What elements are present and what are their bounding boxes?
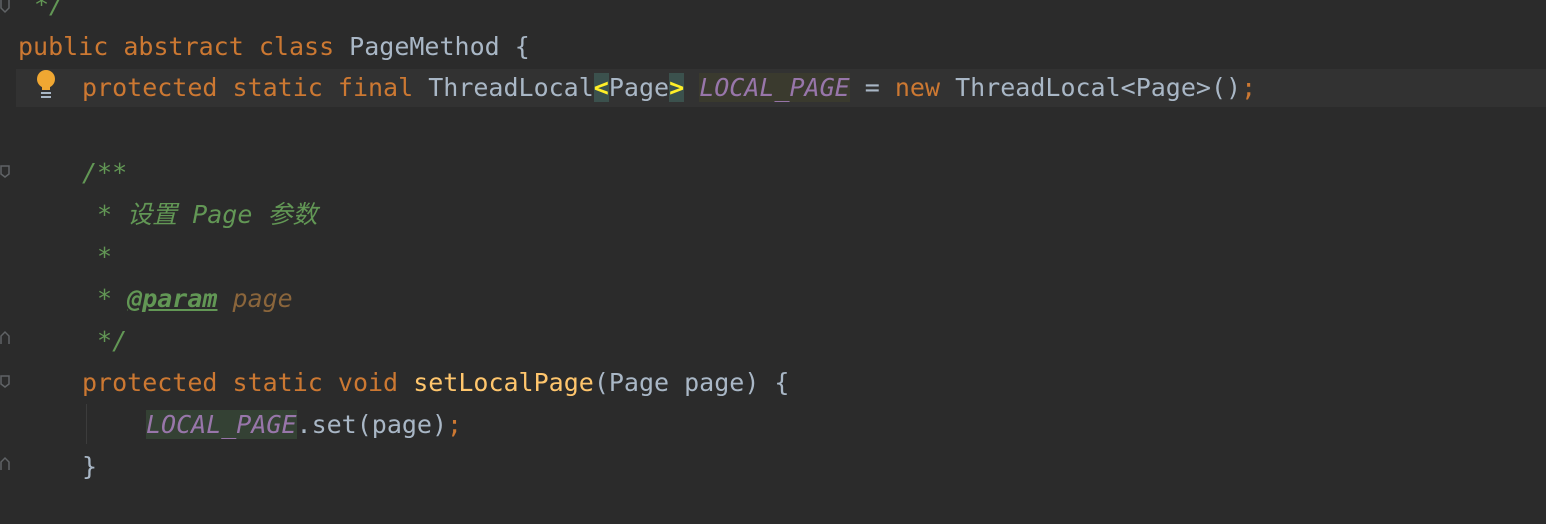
code-token: static (232, 73, 323, 102)
code-token: page (232, 284, 293, 313)
current-code-line[interactable]: protected static final ThreadLocal<Page>… (16, 69, 1546, 107)
code-token: protected (82, 73, 218, 102)
code-line[interactable]: public abstract class PageMethod { (18, 28, 530, 66)
fold-marker-icon[interactable] (0, 0, 10, 14)
code-token: abstract (123, 32, 244, 61)
code-line[interactable]: * @param page (82, 280, 293, 318)
code-token: void (337, 368, 399, 397)
code-token: ; (1241, 73, 1257, 102)
code-token: (Page page) { (593, 368, 790, 397)
code-line[interactable]: */ (82, 322, 127, 360)
code-token: */ (34, 0, 65, 19)
code-token: * (82, 242, 113, 271)
code-line[interactable]: */ (34, 0, 64, 24)
code-token: * (82, 284, 128, 313)
code-token: .set(page) (296, 410, 448, 439)
code-editor[interactable]: */ public abstract class PageMethod { pr… (0, 0, 1546, 524)
code-token: * 设置 Page 参数 (82, 200, 318, 229)
code-line[interactable]: protected static void setLocalPage(Page … (82, 364, 789, 402)
code-line[interactable]: * 设置 Page 参数 (82, 196, 317, 234)
code-token: class (258, 32, 335, 61)
code-token: ThreadLocal (413, 73, 594, 102)
code-token: final (337, 73, 414, 102)
fold-marker-icon[interactable] (0, 330, 10, 344)
code-token: static (232, 368, 323, 397)
code-token: PageMethod { (334, 32, 530, 61)
code-token: */ (82, 326, 128, 355)
code-line[interactable]: LOCAL_PAGE.set(page); (146, 406, 462, 444)
code-token: LOCAL_PAGE (699, 73, 850, 102)
code-token: @param (127, 284, 218, 313)
lightbulb-icon[interactable] (34, 68, 58, 100)
code-token: ; (447, 410, 463, 439)
code-token: public (18, 32, 109, 61)
code-token: = (849, 73, 895, 102)
code-token: setLocalPage (413, 368, 594, 397)
code-token: Page (608, 73, 670, 102)
code-line[interactable]: } (82, 448, 97, 486)
code-token: > (669, 73, 685, 102)
fold-marker-icon[interactable] (0, 374, 10, 388)
code-token: /** (82, 158, 128, 187)
indent-guide (86, 404, 87, 444)
fold-marker-icon[interactable] (0, 164, 10, 178)
editor-gutter (0, 0, 16, 524)
code-token: LOCAL_PAGE (146, 410, 297, 439)
code-token: ThreadLocal<Page>() (940, 73, 1242, 102)
code-token: new (894, 73, 941, 102)
code-line[interactable]: * (82, 238, 112, 276)
code-token: protected (82, 368, 218, 397)
code-line[interactable]: /** (82, 154, 127, 192)
code-token: < (593, 73, 609, 102)
code-token: } (82, 452, 98, 481)
fold-marker-icon[interactable] (0, 456, 10, 470)
